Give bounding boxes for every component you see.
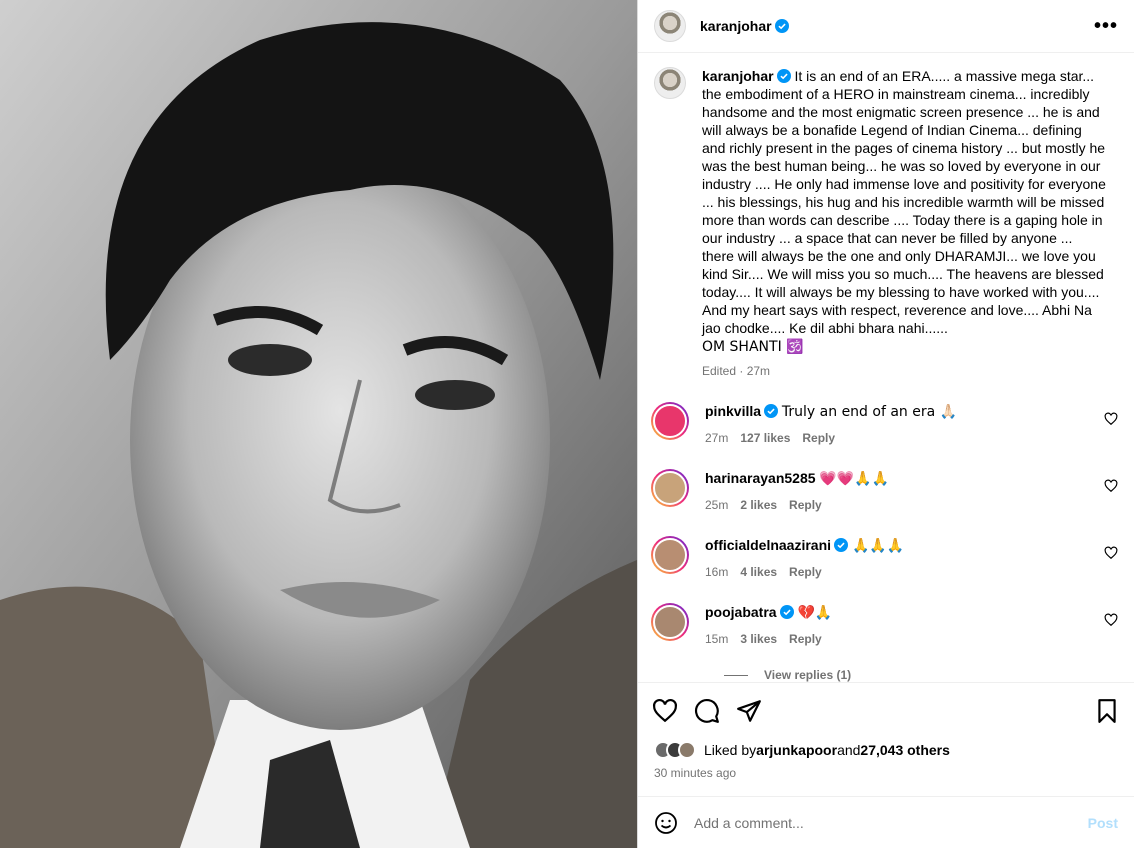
comment-text: 💗💗🙏🙏 [819, 471, 890, 487]
reply-button[interactable]: Reply [789, 632, 822, 646]
author-username[interactable]: karanjohar [700, 18, 789, 34]
comment-avatar[interactable] [651, 603, 689, 641]
caption-last-line: OM SHANTI 🕉️ [702, 339, 804, 355]
more-options-button[interactable]: ••• [1094, 15, 1118, 38]
comment-time[interactable]: 27m [705, 431, 728, 445]
post-header: karanjohar ••• [638, 0, 1134, 53]
comment-avatar[interactable] [651, 469, 689, 507]
comment-avatar[interactable] [651, 402, 689, 440]
comment-likes[interactable]: 4 likes [740, 565, 777, 579]
verified-badge-icon [779, 605, 794, 619]
comment-text: 💔🙏 [797, 605, 833, 621]
portrait-photo [0, 0, 637, 848]
comment-item: officialdelnaazirani 🙏🙏🙏 16m 4 likes Reply [651, 536, 1118, 579]
caption-username[interactable]: karanjohar [702, 68, 791, 84]
comment-username[interactable]: poojabatra [705, 604, 777, 620]
post-actions [638, 682, 1134, 738]
liked-by-others[interactable]: 27,043 others [860, 742, 950, 758]
post-image[interactable] [0, 0, 637, 848]
author-avatar[interactable] [654, 10, 686, 42]
reply-button[interactable]: Reply [802, 431, 835, 445]
like-comment-heart-icon[interactable] [1104, 412, 1118, 426]
liked-by-user[interactable]: arjunkapoor [756, 742, 837, 758]
comment-likes[interactable]: 2 likes [740, 498, 777, 512]
liked-by-prefix: Liked by [704, 742, 757, 758]
verified-badge-icon [776, 69, 791, 83]
comment-avatar[interactable] [651, 536, 689, 574]
comment-text: 🙏🙏🙏 [851, 538, 905, 554]
caption-text: karanjohar It is an end of an ERA..... a… [702, 67, 1107, 356]
comment-time[interactable]: 15m [705, 632, 728, 646]
post-caption: karanjohar It is an end of an ERA..... a… [654, 67, 1118, 378]
comment-bubble-icon[interactable] [694, 698, 720, 724]
comment-item: poojabatra 💔🙏 15m 3 likes Reply [651, 603, 1118, 646]
share-send-icon[interactable] [736, 698, 762, 724]
caption-body: It is an end of an ERA..... a massive me… [702, 68, 1106, 336]
reply-button[interactable]: Reply [789, 565, 822, 579]
emoji-icon[interactable] [654, 811, 678, 835]
comment-likes[interactable]: 3 likes [740, 632, 777, 646]
view-replies-button[interactable]: View replies (1) [724, 668, 1118, 682]
comment-item: harinarayan5285 💗💗🙏🙏 25m 2 likes Reply [651, 469, 1118, 512]
post-modal: karanjohar ••• karanjohar It is an end o… [0, 0, 1134, 848]
caption-meta: Edited · 27m [702, 364, 771, 378]
add-comment-bar: Post [638, 796, 1134, 848]
post-timestamp[interactable]: 30 minutes ago [638, 762, 1134, 784]
comment-item: pinkvilla Truly an end of an era 🙏🏻 27m 1… [651, 402, 1118, 445]
post-sidebar: karanjohar ••• karanjohar It is an end o… [637, 0, 1134, 848]
liker-avatars[interactable] [654, 741, 696, 759]
comment-username[interactable]: pinkvilla [705, 403, 761, 419]
verified-badge-icon [774, 19, 789, 33]
like-comment-heart-icon[interactable] [1104, 479, 1118, 493]
save-bookmark-icon[interactable] [1094, 698, 1120, 724]
like-comment-heart-icon[interactable] [1104, 613, 1118, 627]
like-heart-icon[interactable] [652, 698, 678, 724]
comment-text: Truly an end of an era 🙏🏻 [781, 404, 958, 420]
verified-badge-icon [764, 404, 779, 418]
caption-avatar[interactable] [654, 67, 686, 99]
liked-by-and: and [837, 742, 861, 758]
comments-scroll[interactable]: karanjohar It is an end of an ERA..... a… [638, 53, 1134, 682]
reply-button[interactable]: Reply [789, 498, 822, 512]
comment-time[interactable]: 16m [705, 565, 728, 579]
liked-by: Liked by arjunkapoor and 27,043 others [638, 738, 1134, 762]
comment-username[interactable]: officialdelnaazirani [705, 537, 831, 553]
view-replies-label: View replies (1) [764, 668, 852, 682]
like-comment-heart-icon[interactable] [1104, 546, 1118, 560]
comment-username[interactable]: harinarayan5285 [705, 470, 816, 486]
verified-badge-icon [834, 538, 849, 552]
replies-divider [724, 674, 748, 676]
comment-input[interactable] [694, 814, 1088, 831]
comment-likes[interactable]: 127 likes [740, 431, 790, 445]
post-comment-button[interactable]: Post [1088, 815, 1118, 831]
comment-time[interactable]: 25m [705, 498, 728, 512]
